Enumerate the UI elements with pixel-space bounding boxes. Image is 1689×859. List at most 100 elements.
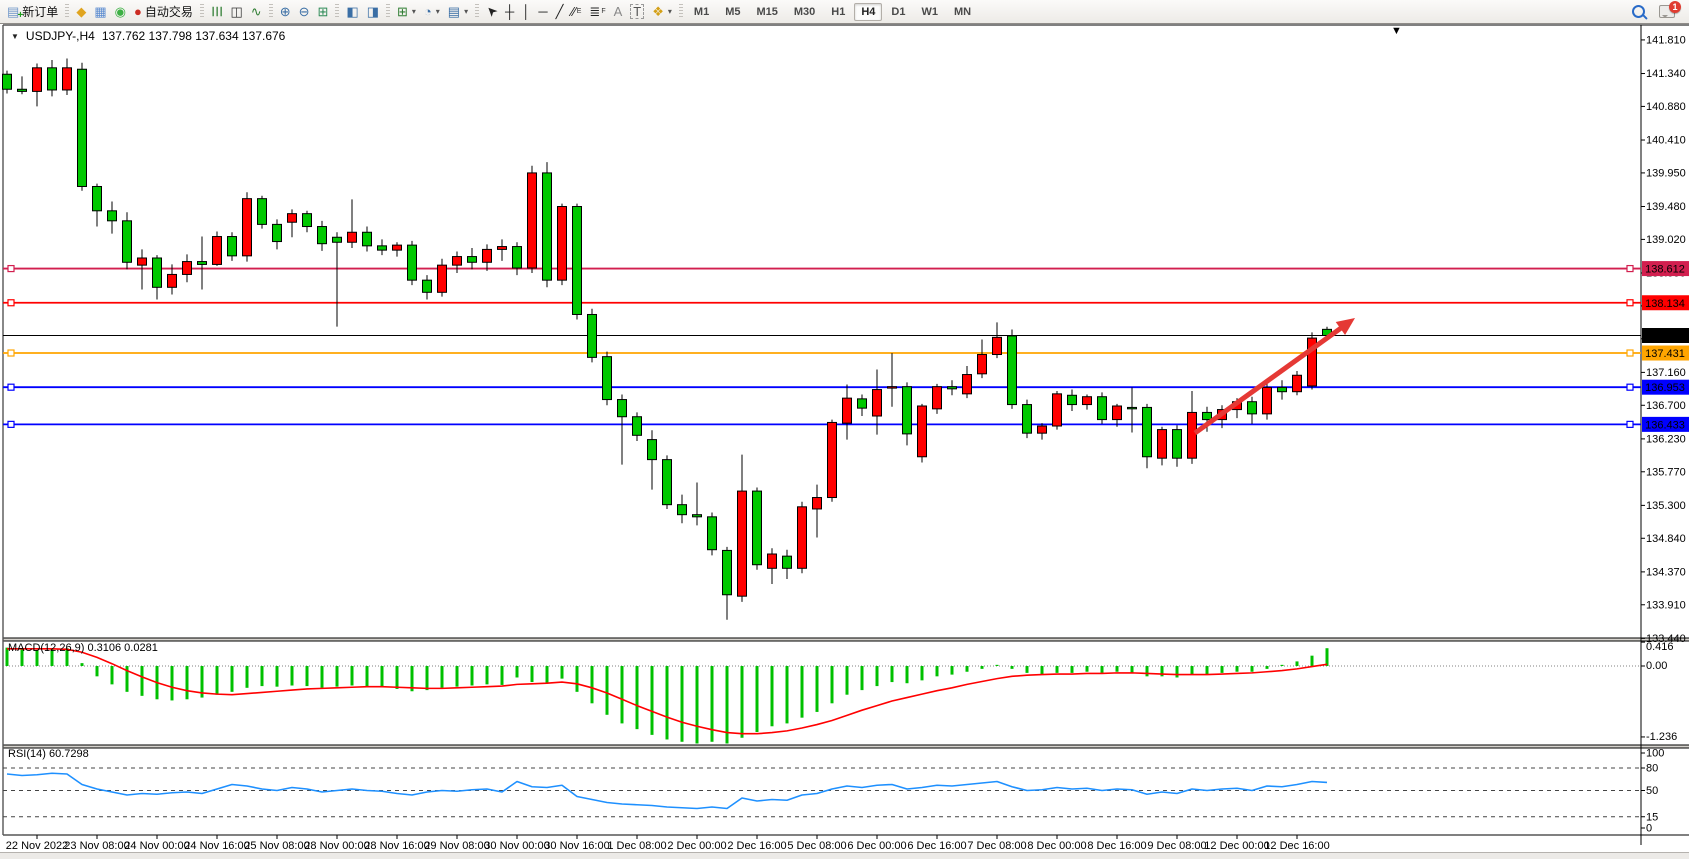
candlestick-button[interactable]: ◫ [227,1,245,22]
macd-bar [531,666,534,682]
macd-bar [1296,661,1299,666]
zoom-out-button[interactable]: ⊖ [296,1,313,22]
new-order-button[interactable]: ▤新订单 [4,1,61,22]
macd-bar [621,666,624,723]
price-tick-label: 139.480 [1646,201,1686,213]
chart-title: ▼ USDJPY-,H4 137.762 137.798 137.634 137… [11,29,285,43]
svg-text:138.134: 138.134 [1645,298,1685,310]
chevron-down-icon[interactable]: ▾ [412,7,416,16]
macd-bar [1026,666,1029,673]
timeframe-m5-button[interactable]: M5 [718,3,747,21]
hline-anchor[interactable] [8,421,14,427]
signals-button[interactable]: ◉ [112,1,129,22]
market-watch-button[interactable]: ◆ [73,1,89,22]
toolbar-group-zoom: ⊕ ⊖⊞ [277,1,332,22]
timeframe-h1-button[interactable]: H1 [824,3,852,21]
rsi-tick-label: 15 [1646,811,1658,823]
macd-bar [231,666,234,692]
macd-bar [186,666,189,699]
icon-subscript: F [601,8,605,15]
macd-bar [696,666,699,743]
line-chart-button[interactable]: ∿ [248,1,265,22]
timeframe-h4-button[interactable]: H4 [854,3,882,21]
time-tick-label: 28 Nov 16:00 [364,840,429,852]
trendline-button[interactable]: ╱ [553,1,567,22]
candle [1308,332,1317,389]
hline-anchor[interactable] [8,384,14,390]
line-chart-icon: ∿ [251,5,262,18]
symbol-period-label: USDJPY-,H4 [26,29,95,43]
timeframe-group: M1M5M15M30H1H4D1W1MN [687,3,978,21]
macd-tick-label: 0.00 [1646,660,1667,672]
hline-anchor[interactable] [8,300,14,306]
time-tick-label: 6 Dec 00:00 [847,840,906,852]
label-button[interactable]: T [627,1,647,22]
timeframe-w1-button[interactable]: W1 [914,3,945,21]
timeframe-mn-button[interactable]: MN [947,3,978,21]
hline-anchor[interactable] [1627,384,1633,390]
tile-horizontal-button[interactable]: ◨ [364,1,382,22]
cursor-button[interactable]: ➤ [483,1,500,22]
data-window-button[interactable]: ▦ [91,1,109,22]
text-button[interactable]: A [611,1,626,22]
macd-bar [1041,666,1044,675]
auto-trading-button[interactable]: ●自动交易 [131,1,196,22]
price-tick-label: 135.770 [1646,466,1686,478]
tile-windows-button[interactable]: ⊞ [315,1,332,22]
chevron-down-icon[interactable]: ▾ [436,7,440,16]
hline-anchor[interactable] [1627,266,1633,272]
candle [1098,392,1107,423]
arrows-button[interactable]: ❖▾ [649,1,675,22]
hline-anchor[interactable] [1627,350,1633,356]
price-tick-label: 139.020 [1646,234,1686,246]
search-icon[interactable] [1632,5,1645,18]
timeframe-m30-button[interactable]: M30 [787,3,822,21]
macd-bar [681,666,684,742]
timeframe-m1-button[interactable]: M1 [687,3,716,21]
zoom-in-icon: ⊕ [280,5,291,18]
candle [558,204,567,286]
macd-bar [351,666,354,686]
new-chart-button[interactable]: ⊞▾ [394,1,419,22]
tile-vertical-button[interactable]: ◧ [343,1,361,22]
template-button[interactable]: ▤▾ [445,1,471,22]
hline-anchor[interactable] [8,350,14,356]
collapse-arrow-icon[interactable]: ▼ [11,32,19,41]
hline-anchor[interactable] [8,266,14,272]
toolbar-group-arrange: ◧◨ [343,1,382,22]
candle [1263,382,1272,419]
chart-plot-background[interactable] [0,23,1689,859]
chart-shift-marker[interactable]: ▼ [1391,25,1402,37]
template-icon: ▤ [448,5,460,18]
macd-bar [1056,666,1059,673]
notifications-icon[interactable]: 1 [1659,5,1675,18]
time-tick-label: 25 Nov 08:00 [244,840,309,852]
auto-trading-icon: ● [134,5,142,18]
vertical-line-button[interactable]: │ [519,1,533,22]
macd-bar [516,666,519,677]
channel-button[interactable]: ∕∕E [568,1,584,22]
period-button[interactable]: ◔▾ [421,1,443,22]
fibonacci-icon: ≣ [589,5,600,18]
chevron-down-icon[interactable]: ▾ [464,7,468,16]
horizontal-line-button[interactable]: ─ [535,1,550,22]
hline-anchor[interactable] [1627,300,1633,306]
bar-chart-button[interactable]: ☰ [208,1,226,22]
hline-anchor[interactable] [1627,421,1633,427]
time-tick-label: 12 Dec 00:00 [1204,840,1269,852]
timeframe-m15-button[interactable]: M15 [749,3,784,21]
crosshair-button[interactable]: ┼ [502,1,517,22]
horizontal-line-icon: ─ [538,5,547,18]
macd-bar [1206,666,1209,674]
candle [213,232,222,266]
fibonacci-button[interactable]: ≣F [586,1,608,22]
zoom-in-button[interactable]: ⊕ [277,1,294,22]
chevron-down-icon[interactable]: ▾ [668,7,672,16]
macd-bar [1176,666,1179,677]
toolbar-grip [65,4,69,19]
timeframe-d1-button[interactable]: D1 [884,3,912,21]
rsi-indicator-label: RSI(14) 60.7298 [8,748,89,760]
macd-bar [81,663,84,666]
toolbar-grip [475,4,479,19]
macd-bar [876,666,879,686]
